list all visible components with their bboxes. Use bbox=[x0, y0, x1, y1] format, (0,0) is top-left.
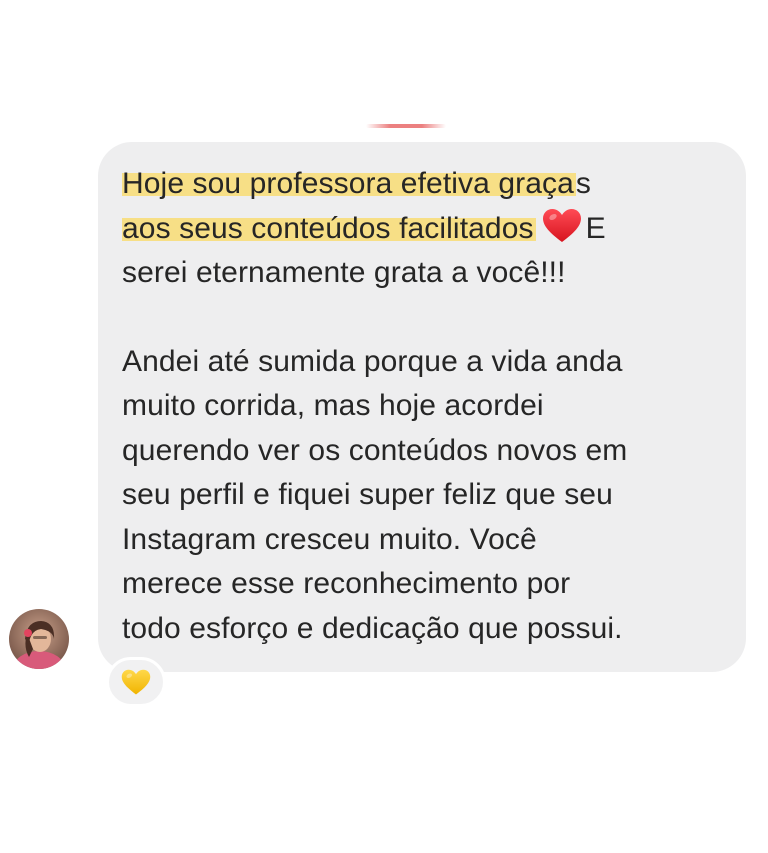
message-bubble[interactable]: Hoje sou professora efetiva graças aos s… bbox=[98, 142, 746, 672]
reaction-badge[interactable] bbox=[106, 657, 166, 707]
avatar-photo bbox=[9, 609, 69, 669]
red-heart-icon bbox=[542, 208, 581, 242]
message-line: querendo ver os conteúdos novos em bbox=[122, 433, 628, 467]
yellow-heart-icon bbox=[121, 669, 151, 694]
text-fragment: s bbox=[575, 167, 591, 200]
message-line: muito corrida, mas hoje acordei bbox=[122, 389, 544, 422]
highlighted-text: Hoje sou professora efetiva graça bbox=[122, 167, 576, 200]
message-line: aos seus conteúdos facilitados E bbox=[122, 207, 722, 252]
sender-avatar[interactable] bbox=[9, 609, 69, 669]
message-paragraph-1: Hoje sou professora efetiva graças aos s… bbox=[122, 162, 722, 296]
message-line: Hoje sou professora efetiva graças bbox=[122, 162, 722, 207]
top-accent-line bbox=[366, 124, 446, 128]
message-line: merece esse reconhecimento por bbox=[122, 567, 571, 600]
text-fragment: E bbox=[585, 211, 606, 245]
message-line: serei eternamente grata a você!!! bbox=[122, 256, 566, 289]
message-line: Instagram cresceu muito. Você bbox=[122, 522, 537, 556]
message-line: seu perfil e fiquei super feliz que seu bbox=[122, 478, 613, 511]
message-line: Andei até sumida porque a vida anda bbox=[122, 344, 623, 378]
highlighted-text: aos seus conteúdos facilitados bbox=[122, 211, 536, 245]
message-paragraph-2: Andei até sumida porque a vida anda muit… bbox=[122, 340, 722, 652]
message-line: todo esforço e dedicação que possui. bbox=[122, 611, 623, 645]
